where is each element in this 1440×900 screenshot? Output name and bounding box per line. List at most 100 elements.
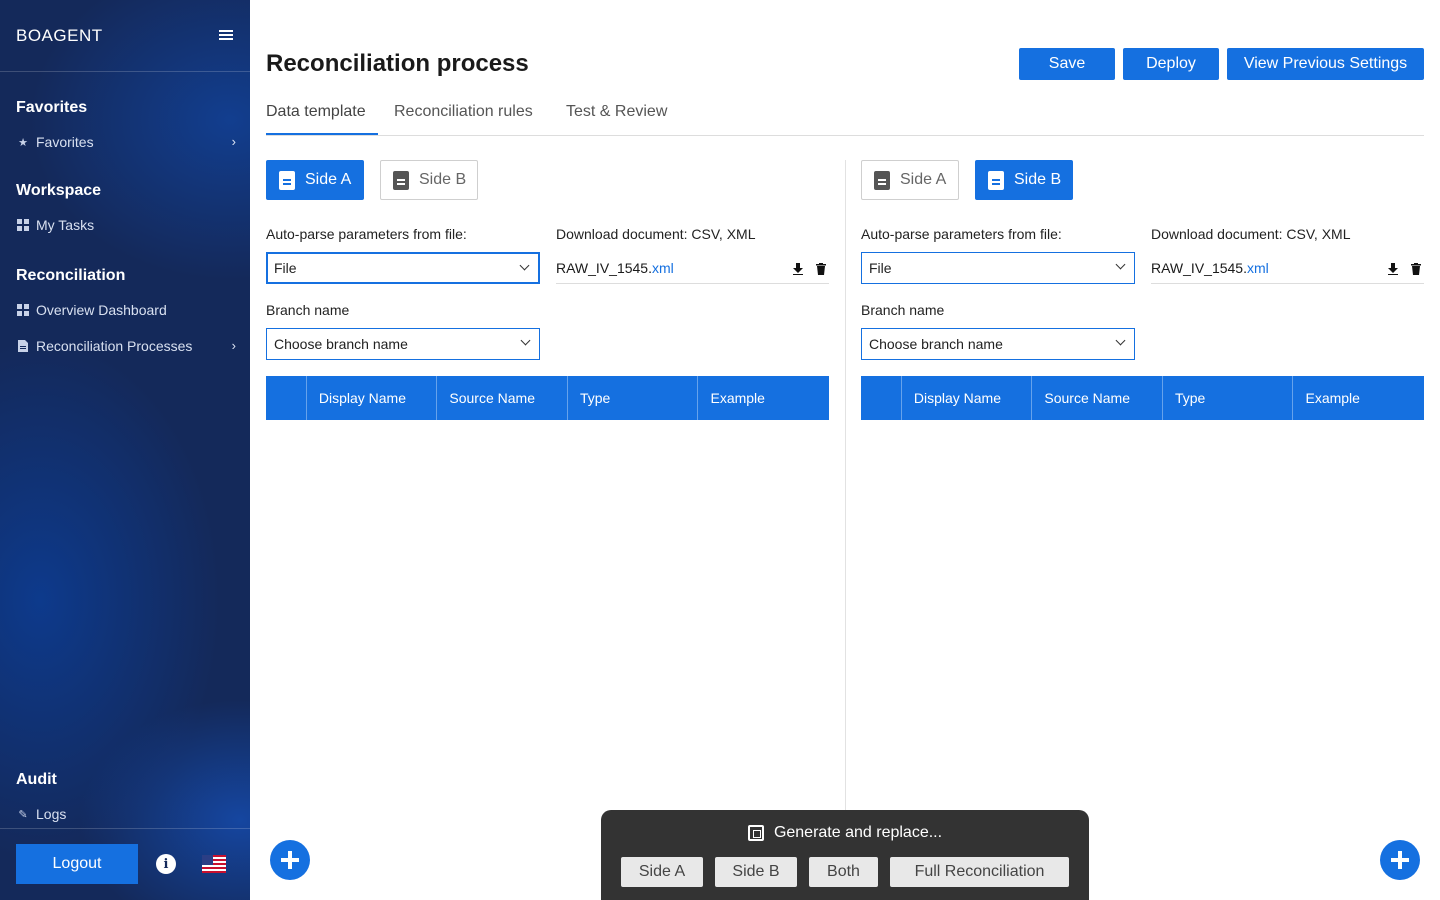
tab-reconciliation-rules[interactable]: Reconciliation rules xyxy=(394,103,533,121)
download-icon[interactable] xyxy=(1388,262,1398,276)
sidebar-item-logs[interactable]: ✎ Logs xyxy=(16,802,236,826)
logout-button[interactable]: Logout xyxy=(16,844,138,884)
tab-bar: Data template Reconciliation rules Test … xyxy=(266,100,1424,136)
section-title-workspace: Workspace xyxy=(16,182,102,199)
branch-name-label: Branch name xyxy=(861,302,945,318)
column-header-example[interactable]: Example xyxy=(698,376,829,420)
document-icon xyxy=(988,170,1004,190)
tab-data-template[interactable]: Data template xyxy=(266,103,366,121)
document-icon xyxy=(279,170,295,190)
chevron-down-icon xyxy=(1115,335,1126,346)
auto-parse-label: Auto-parse parameters from file: xyxy=(861,226,1062,242)
file-select-value: File xyxy=(869,260,892,276)
download-document-label: Download document: CSV, XML xyxy=(1151,226,1351,242)
column-header-type[interactable]: Type xyxy=(1163,376,1294,420)
branch-select-placeholder: Choose branch name xyxy=(869,336,1003,352)
us-flag-icon[interactable] xyxy=(202,855,226,873)
sidebar-item-label: Logs xyxy=(36,806,67,822)
download-icon[interactable] xyxy=(793,262,803,276)
left-side-b-toggle[interactable]: Side B xyxy=(380,160,478,200)
sidebar-divider xyxy=(0,828,250,829)
sidebar-item-label: My Tasks xyxy=(36,217,95,233)
view-previous-settings-button[interactable]: View Previous Settings xyxy=(1227,48,1424,80)
generate-full-reconciliation-button[interactable]: Full Reconciliation xyxy=(890,857,1069,887)
sidebar-divider xyxy=(0,71,250,72)
file-select-value: File xyxy=(274,260,297,276)
sidebar-item-reconciliation-processes[interactable]: Reconciliation Processes › xyxy=(16,334,236,358)
toggle-label: Side B xyxy=(419,171,467,188)
add-row-button-right[interactable] xyxy=(1380,840,1420,880)
table-header: Display Name Source Name Type Example xyxy=(861,376,1424,420)
sidebar-item-label: Favorites xyxy=(36,134,94,150)
star-icon: ★ xyxy=(18,136,28,149)
info-icon[interactable]: i xyxy=(156,854,176,874)
panel-divider xyxy=(845,160,846,810)
generate-title: Generate and replace... xyxy=(601,824,1089,842)
branch-name-select[interactable]: Choose branch name xyxy=(266,328,540,360)
chevron-right-icon: › xyxy=(231,134,236,149)
branch-select-placeholder: Choose branch name xyxy=(274,336,408,352)
add-row-button-left[interactable] xyxy=(270,840,310,880)
document-icon xyxy=(16,339,30,353)
generate-title-text: Generate and replace... xyxy=(773,824,943,841)
tab-test-review[interactable]: Test & Review xyxy=(566,103,667,121)
generate-side-b-button[interactable]: Side B xyxy=(715,857,797,887)
section-title-audit: Audit xyxy=(16,771,57,788)
column-header-type[interactable]: Type xyxy=(568,376,699,420)
left-side-a-toggle[interactable]: Side A xyxy=(266,160,364,200)
branch-name-label: Branch name xyxy=(266,302,350,318)
sidebar-item-favorites[interactable]: ★ Favorites › xyxy=(16,130,236,154)
generate-both-button[interactable]: Both xyxy=(809,857,878,887)
column-header-source-name[interactable]: Source Name xyxy=(1032,376,1163,420)
select-column-header xyxy=(861,376,902,420)
save-button[interactable]: Save xyxy=(1019,48,1115,80)
sidebar: BOAGENT Favorites ★ Favorites › Workspac… xyxy=(0,0,250,900)
app-logo: BOAGENT xyxy=(16,26,103,45)
toggle-label: Side A xyxy=(305,171,352,188)
chevron-down-icon xyxy=(520,335,531,346)
column-header-display-name[interactable]: Display Name xyxy=(307,376,438,420)
page-title: Reconciliation process xyxy=(266,50,529,77)
file-extension: xml xyxy=(651,259,674,276)
column-header-source-name[interactable]: Source Name xyxy=(437,376,568,420)
pencil-icon: ✎ xyxy=(18,808,28,821)
generate-side-a-button[interactable]: Side A xyxy=(621,857,703,887)
file-name: RAW_IV_1545. xyxy=(556,259,652,276)
select-column-header xyxy=(266,376,307,420)
download-document-label: Download document: CSV, XML xyxy=(556,226,756,242)
auto-parse-label: Auto-parse parameters from file: xyxy=(266,226,467,242)
toggle-label: Side B xyxy=(1014,171,1062,188)
uploaded-file-row: RAW_IV_1545. xml xyxy=(556,252,829,284)
sidebar-item-my-tasks[interactable]: My Tasks xyxy=(16,213,236,237)
generate-panel: Generate and replace... Side A Side B Bo… xyxy=(601,810,1089,900)
trash-icon[interactable] xyxy=(1411,262,1421,275)
right-side-b-toggle[interactable]: Side B xyxy=(975,160,1073,200)
trash-icon[interactable] xyxy=(816,262,826,275)
chevron-down-icon xyxy=(519,260,530,271)
section-title-favorites: Favorites xyxy=(16,99,88,116)
table-header: Display Name Source Name Type Example xyxy=(266,376,829,420)
sidebar-item-overview-dashboard[interactable]: Overview Dashboard xyxy=(16,298,236,322)
column-header-example[interactable]: Example xyxy=(1293,376,1424,420)
deploy-button[interactable]: Deploy xyxy=(1123,48,1219,80)
sidebar-item-label: Reconciliation Processes xyxy=(36,338,193,354)
chevron-right-icon: › xyxy=(231,338,236,353)
active-tab-indicator xyxy=(266,133,378,135)
uploaded-file-row: RAW_IV_1545. xml xyxy=(1151,252,1424,284)
hamburger-menu-icon[interactable] xyxy=(219,30,233,42)
document-icon xyxy=(393,170,409,190)
sidebar-item-label: Overview Dashboard xyxy=(36,302,167,318)
dashboard-icon xyxy=(16,303,30,317)
file-extension: xml xyxy=(1246,259,1269,276)
dashboard-icon xyxy=(16,218,30,232)
section-title-reconciliation: Reconciliation xyxy=(16,267,126,284)
column-header-display-name[interactable]: Display Name xyxy=(902,376,1033,420)
file-select[interactable]: File xyxy=(861,252,1135,284)
chip-icon xyxy=(747,825,764,841)
file-name: RAW_IV_1545. xyxy=(1151,259,1247,276)
branch-name-select[interactable]: Choose branch name xyxy=(861,328,1135,360)
file-select[interactable]: File xyxy=(266,252,540,284)
right-side-a-toggle[interactable]: Side A xyxy=(861,160,959,200)
toggle-label: Side A xyxy=(900,171,947,188)
document-icon xyxy=(874,170,890,190)
